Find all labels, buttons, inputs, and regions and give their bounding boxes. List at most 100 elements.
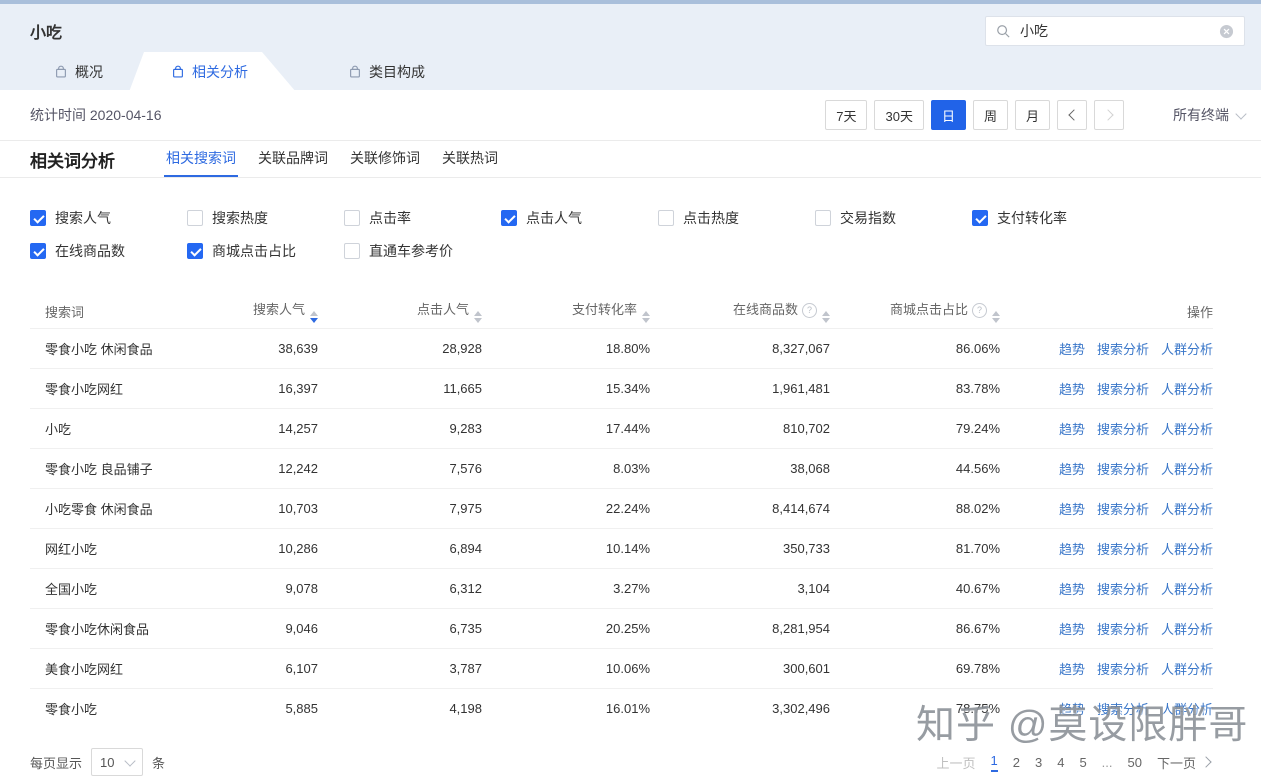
- subtab-related-modifier-words[interactable]: 关联修饰词: [348, 141, 422, 177]
- audience-analysis-link[interactable]: 人群分析: [1161, 662, 1213, 677]
- search-analysis-link[interactable]: 搜索分析: [1097, 582, 1149, 597]
- filter-label: 交易指数: [840, 208, 896, 228]
- search-input[interactable]: [1018, 22, 1219, 40]
- col-click-popularity[interactable]: 点击人气: [318, 294, 482, 329]
- period-label: 周: [984, 106, 997, 125]
- checkbox[interactable]: [30, 243, 46, 259]
- search-analysis-link[interactable]: 搜索分析: [1097, 342, 1149, 357]
- next-date-button[interactable]: [1094, 100, 1124, 130]
- pagination-prev[interactable]: 上一页: [936, 753, 975, 772]
- audience-analysis-link[interactable]: 人群分析: [1161, 462, 1213, 477]
- online-products-cell: 810,702: [650, 409, 830, 449]
- filter-search-popularity[interactable]: 搜索人气: [30, 208, 187, 228]
- trend-link[interactable]: 趋势: [1059, 702, 1085, 717]
- sort-control[interactable]: [310, 311, 318, 323]
- table-row: 美食小吃网红 6,107 3,787 10.06% 300,601 69.78%…: [30, 649, 1213, 689]
- col-mall-click-ratio[interactable]: 商城点击占比: [830, 294, 1000, 329]
- search-analysis-link[interactable]: 搜索分析: [1097, 542, 1149, 557]
- checkbox[interactable]: [501, 210, 517, 226]
- keyword-cell: 小吃零食 休闲食品: [30, 489, 230, 529]
- trend-link[interactable]: 趋势: [1059, 582, 1085, 597]
- subtab-related-hot-words[interactable]: 关联热词: [440, 141, 500, 177]
- audience-analysis-link[interactable]: 人群分析: [1161, 622, 1213, 637]
- trend-link[interactable]: 趋势: [1059, 342, 1085, 357]
- pagination-page-4[interactable]: 4: [1057, 755, 1064, 770]
- checkbox[interactable]: [30, 210, 46, 226]
- pagination-page-50[interactable]: 50: [1128, 755, 1142, 770]
- filter-mall-click-ratio[interactable]: 商城点击占比: [187, 241, 344, 261]
- col-pay-conversion[interactable]: 支付转化率: [482, 294, 650, 329]
- col-search-popularity[interactable]: 搜索人气: [230, 294, 318, 329]
- sort-control[interactable]: [642, 311, 650, 323]
- search-analysis-link[interactable]: 搜索分析: [1097, 462, 1149, 477]
- audience-analysis-link[interactable]: 人群分析: [1161, 582, 1213, 597]
- trend-link[interactable]: 趋势: [1059, 542, 1085, 557]
- audience-analysis-link[interactable]: 人群分析: [1161, 422, 1213, 437]
- trend-link[interactable]: 趋势: [1059, 382, 1085, 397]
- filter-label: 商城点击占比: [212, 241, 296, 261]
- checkbox[interactable]: [815, 210, 831, 226]
- search-analysis-link[interactable]: 搜索分析: [1097, 662, 1149, 677]
- filter-pay-conversion[interactable]: 支付转化率: [972, 208, 1129, 228]
- filter-click-popularity[interactable]: 点击人气: [501, 208, 658, 228]
- tab-overview[interactable]: 概况: [28, 52, 129, 92]
- period-30d-button[interactable]: 30天: [874, 100, 923, 130]
- info-icon[interactable]: [972, 303, 987, 318]
- period-month-button[interactable]: 月: [1015, 100, 1050, 130]
- checkbox[interactable]: [344, 210, 360, 226]
- info-icon[interactable]: [802, 303, 817, 318]
- sort-control[interactable]: [474, 311, 482, 323]
- audience-analysis-link[interactable]: 人群分析: [1161, 702, 1213, 717]
- period-7d-button[interactable]: 7天: [825, 100, 867, 130]
- sort-control[interactable]: [822, 311, 830, 323]
- trend-link[interactable]: 趋势: [1059, 422, 1085, 437]
- checkbox[interactable]: [972, 210, 988, 226]
- col-online-products[interactable]: 在线商品数: [650, 294, 830, 329]
- period-day-button[interactable]: 日: [931, 100, 966, 130]
- pay-conversion-cell: 3.27%: [482, 569, 650, 609]
- subtab-related-search-words[interactable]: 相关搜索词: [164, 141, 238, 177]
- filter-transaction-index[interactable]: 交易指数: [815, 208, 972, 228]
- audience-analysis-link[interactable]: 人群分析: [1161, 502, 1213, 517]
- tab-related-analysis[interactable]: 相关分析: [129, 52, 296, 92]
- search-analysis-link[interactable]: 搜索分析: [1097, 422, 1149, 437]
- per-page-select[interactable]: 10: [91, 748, 143, 776]
- search-analysis-link[interactable]: 搜索分析: [1097, 382, 1149, 397]
- trend-link[interactable]: 趋势: [1059, 502, 1085, 517]
- prev-date-button[interactable]: [1057, 100, 1087, 130]
- terminal-dropdown[interactable]: 所有终端: [1173, 105, 1245, 125]
- tab-category-composition[interactable]: 类目构成: [322, 52, 451, 92]
- search-analysis-link[interactable]: 搜索分析: [1097, 502, 1149, 517]
- filter-search-heat[interactable]: 搜索热度: [187, 208, 344, 228]
- checkbox[interactable]: [658, 210, 674, 226]
- trend-link[interactable]: 趋势: [1059, 662, 1085, 677]
- pagination-page-5[interactable]: 5: [1079, 755, 1086, 770]
- search-analysis-link[interactable]: 搜索分析: [1097, 702, 1149, 717]
- checkbox[interactable]: [344, 243, 360, 259]
- keyword-cell: 零食小吃 休闲食品: [30, 329, 230, 369]
- pagination-page-1[interactable]: 1: [991, 753, 998, 772]
- chevron-right-icon: [1200, 756, 1211, 767]
- trend-link[interactable]: 趋势: [1059, 622, 1085, 637]
- filter-ztc-reference-price[interactable]: 直通车参考价: [344, 241, 501, 261]
- chevron-down-icon: [1235, 108, 1246, 119]
- mall-click-ratio-cell: 81.70%: [830, 529, 1000, 569]
- search-box[interactable]: [985, 16, 1245, 46]
- audience-analysis-link[interactable]: 人群分析: [1161, 542, 1213, 557]
- checkbox[interactable]: [187, 243, 203, 259]
- audience-analysis-link[interactable]: 人群分析: [1161, 382, 1213, 397]
- filter-click-rate[interactable]: 点击率: [344, 208, 501, 228]
- search-analysis-link[interactable]: 搜索分析: [1097, 622, 1149, 637]
- pagination-page-2[interactable]: 2: [1013, 755, 1020, 770]
- pagination-next[interactable]: 下一页: [1157, 753, 1213, 772]
- subtab-related-brand-words[interactable]: 关联品牌词: [256, 141, 330, 177]
- trend-link[interactable]: 趋势: [1059, 462, 1085, 477]
- period-week-button[interactable]: 周: [973, 100, 1008, 130]
- clear-icon[interactable]: [1219, 24, 1234, 39]
- pagination-page-3[interactable]: 3: [1035, 755, 1042, 770]
- filter-click-heat[interactable]: 点击热度: [658, 208, 815, 228]
- sort-control[interactable]: [992, 311, 1000, 323]
- audience-analysis-link[interactable]: 人群分析: [1161, 342, 1213, 357]
- checkbox[interactable]: [187, 210, 203, 226]
- filter-online-products[interactable]: 在线商品数: [30, 241, 187, 261]
